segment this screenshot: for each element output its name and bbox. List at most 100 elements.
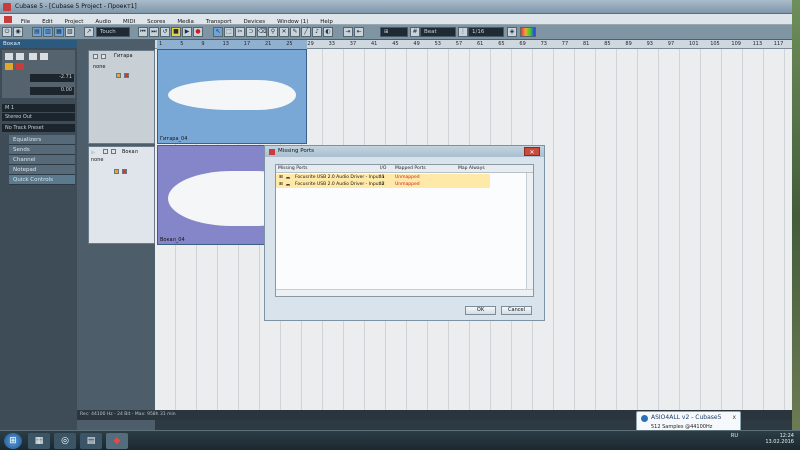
quantize-icon[interactable]: ⋮ [458, 27, 468, 37]
language-indicator[interactable]: RU [731, 433, 738, 439]
autoscroll-button[interactable]: ⇥ [343, 27, 353, 37]
show-inspector-button[interactable]: ▤ [32, 27, 42, 37]
goto-start-button[interactable]: ⏮ [138, 27, 148, 37]
chrome-taskbar-icon[interactable]: ◎ [54, 433, 76, 449]
expand-icon[interactable]: ▶ [91, 149, 96, 156]
monitor-icon[interactable] [5, 63, 13, 70]
vertical-scrollbar[interactable] [526, 173, 533, 289]
pan-value[interactable]: 0.00 [30, 87, 74, 95]
mute-button[interactable] [103, 149, 108, 154]
monitor-button[interactable] [116, 73, 121, 78]
ruler-tick-label: 17 [243, 41, 251, 47]
snap-on-off-button[interactable]: # [410, 27, 420, 37]
inspector-sections: Equalizers Sends Channel Notepad Quick C… [9, 135, 75, 185]
section-equalizers[interactable]: Equalizers [9, 135, 75, 145]
zoom-tool[interactable]: ⚲ [268, 27, 278, 37]
clock-date[interactable]: 13.02.2016 [765, 439, 794, 445]
snap-type-select[interactable]: ⊞ [380, 27, 408, 37]
erase-tool[interactable]: ⌫ [257, 27, 267, 37]
system-tray[interactable]: RU 12:24 13.02.2016 [731, 433, 794, 445]
ruler-tick-label: 13 [222, 41, 229, 47]
color-icon[interactable]: ◈ [507, 27, 517, 37]
section-channel[interactable]: Channel [9, 155, 75, 165]
volume-value[interactable]: -2.71 [30, 74, 74, 82]
glue-tool[interactable]: ⊃ [246, 27, 256, 37]
record-arm-button[interactable] [122, 169, 127, 174]
mapped-port[interactable]: Unmapped [395, 182, 420, 187]
dialog-title-bar[interactable]: Missing Ports ✕ [265, 146, 544, 157]
horizontal-scrollbar[interactable] [276, 289, 533, 296]
section-notepad[interactable]: Notepad [9, 165, 75, 175]
cancel-button[interactable]: Cancel [501, 306, 532, 315]
audio-clip-guitar[interactable]: Гитара_04 [157, 49, 307, 144]
col-missing-ports[interactable]: Missing Ports [278, 166, 307, 171]
automation-mode-select[interactable]: Touch [96, 27, 130, 37]
goto-end-button[interactable]: ⏭ [149, 27, 159, 37]
cycle-button[interactable]: ↺ [160, 27, 170, 37]
close-icon[interactable]: x [732, 414, 736, 421]
object-select-tool[interactable]: ↖ [213, 27, 223, 37]
track-name[interactable]: Вокал [122, 149, 138, 155]
quantize-select[interactable]: 1/16 [468, 27, 504, 37]
range-tool[interactable]: ⬚ [224, 27, 234, 37]
mute-button[interactable] [93, 54, 98, 59]
solo-button[interactable] [111, 149, 116, 154]
explorer-taskbar-icon[interactable]: ▦ [28, 433, 50, 449]
record-arm-button[interactable] [124, 73, 129, 78]
grid-type-select[interactable]: Beat [420, 27, 456, 37]
ports-table: Missing Ports I/O Mapped Ports Map Alway… [275, 164, 534, 297]
start-button[interactable]: ⊞ [4, 433, 22, 449]
track-preset-select[interactable]: No Track Preset [2, 124, 75, 132]
section-sends[interactable]: Sends [9, 145, 75, 155]
record-button[interactable]: ● [193, 27, 203, 37]
mapped-port[interactable]: Unmapped [395, 175, 420, 180]
asio-notification[interactable]: ASIO4ALL v2 - Cubase5 512 Samples @44100… [636, 411, 741, 432]
solo-button[interactable] [101, 54, 106, 59]
split-tool[interactable]: ✂ [235, 27, 245, 37]
activate-project-button[interactable]: ⏻ [2, 27, 12, 37]
play-button[interactable]: ▶ [182, 27, 192, 37]
color-tool[interactable]: ◐ [323, 27, 333, 37]
read-automation-icon[interactable] [29, 53, 37, 60]
col-io[interactable]: I/O [380, 166, 386, 171]
close-icon[interactable]: ✕ [524, 147, 540, 156]
write-automation-icon[interactable] [40, 53, 48, 60]
mute-icon[interactable] [5, 53, 13, 60]
audio-port-icon: ⫘ [286, 183, 291, 188]
show-overview-button[interactable]: ▦ [54, 27, 64, 37]
port-io: In [380, 175, 385, 180]
stop-button[interactable]: ■ [171, 27, 181, 37]
timeline-ruler[interactable]: 1 5 9 13 17 21 25 29 33 37 41 45 49 53 57 61 65 69 73 77 81 8… [155, 40, 792, 49]
section-quick-controls[interactable]: Quick Controls [9, 175, 75, 185]
color-palette-button[interactable] [520, 27, 536, 37]
show-info-line-button[interactable]: ▥ [43, 27, 53, 37]
line-tool[interactable]: ╱ [301, 27, 311, 37]
cubase-taskbar-icon[interactable]: ◆ [106, 433, 128, 449]
track-guitar[interactable]: ▶ Гитара none [88, 50, 155, 144]
menu-app-icon[interactable] [4, 16, 12, 23]
monitor-button[interactable] [114, 169, 119, 174]
input-routing-select[interactable]: M 1 [2, 104, 75, 112]
col-mapped-ports[interactable]: Mapped Ports [395, 166, 426, 171]
track-vocal[interactable]: ▶ Вокал none [88, 146, 155, 244]
show-pool-button[interactable]: ▧ [65, 27, 75, 37]
expand-plus-icon[interactable]: ⊞ [279, 182, 283, 187]
solo-icon[interactable] [16, 53, 24, 60]
draw-tool[interactable]: ✎ [290, 27, 300, 37]
track-name[interactable]: Гитара [114, 53, 133, 59]
folder-taskbar-icon[interactable]: ▤ [80, 433, 102, 449]
title-bar[interactable]: Cubase 5 - [Cubase 5 Project - Проект1] [0, 0, 792, 14]
col-map-always[interactable]: Map Always [458, 166, 485, 171]
table-row[interactable]: ⊞ ⫘ Focusrite USB 2.0 Audio Driver - Inp… [276, 174, 490, 181]
ok-button[interactable]: OK [465, 306, 496, 315]
table-row[interactable]: ⊞ ⫘ Focusrite USB 2.0 Audio Driver - Inp… [276, 181, 490, 188]
expand-plus-icon[interactable]: ⊞ [279, 175, 283, 180]
output-routing-select[interactable]: Stereo Out [2, 113, 75, 121]
constrain-delay-button[interactable]: ◉ [13, 27, 23, 37]
mute-tool[interactable]: ✕ [279, 27, 289, 37]
autoscroll-suspend-button[interactable]: ⇤ [354, 27, 364, 37]
record-enable-icon[interactable] [16, 63, 24, 70]
inspector-track-name[interactable]: Вокал [0, 40, 77, 48]
play-tool[interactable]: ♪ [312, 27, 322, 37]
automation-mode-icon[interactable]: ↗ [84, 27, 94, 37]
